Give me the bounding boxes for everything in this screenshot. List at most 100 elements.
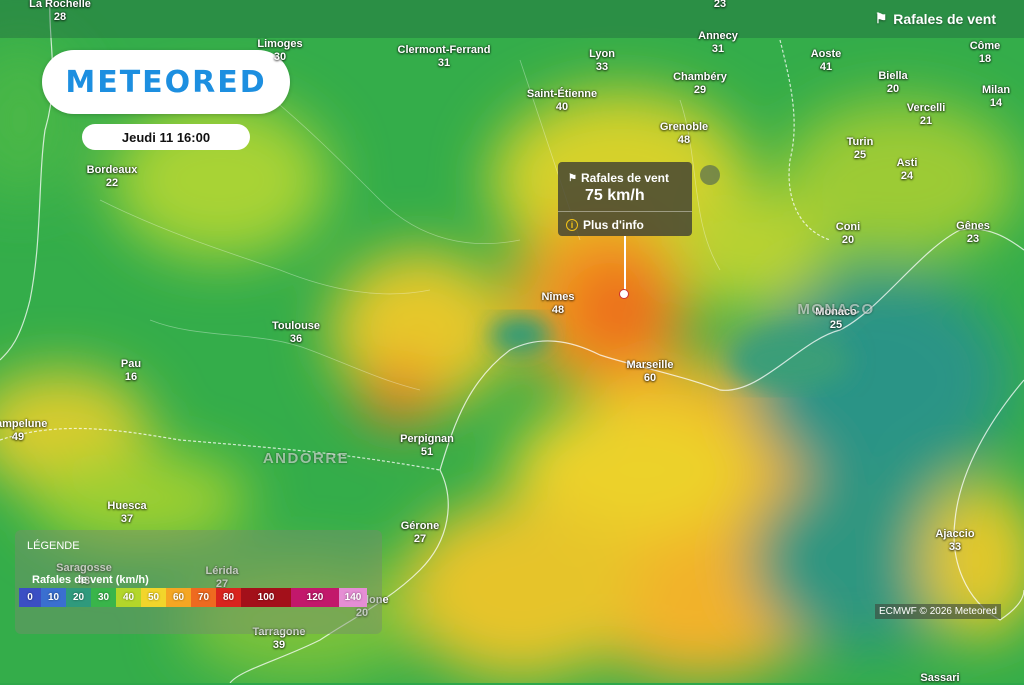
wind-tooltip[interactable]: ⚑ Rafales de vent 75 km/h i Plus d'info — [558, 162, 692, 236]
city-label[interactable]: Gênes 23 — [956, 220, 990, 246]
city-gust-value: 23 — [966, 233, 980, 245]
city-name: Aoste — [810, 48, 842, 60]
city-gust-value: 27 — [413, 533, 427, 545]
city-label[interactable]: Pau 16 — [121, 358, 141, 384]
city-name: Gérone — [400, 520, 440, 532]
tooltip-pin[interactable] — [619, 289, 629, 299]
city-name: Chambéry — [673, 71, 727, 83]
city-gust-value: 51 — [420, 446, 434, 458]
city-label[interactable]: Clermont-Ferrand 31 — [398, 44, 491, 70]
city-label[interactable]: Vercelli 21 — [907, 102, 946, 128]
logo-text: METEORED — [65, 64, 267, 100]
city-label[interactable]: Grenoble 48 — [660, 121, 708, 147]
city-name: Annecy — [698, 30, 738, 42]
city-gust-value: 16 — [124, 371, 138, 383]
legend-stop: 60 — [166, 588, 191, 607]
city-label[interactable]: Aoste 41 — [811, 48, 842, 74]
legend-stop: 20 — [66, 588, 91, 607]
city-gust-value: 21 — [919, 115, 933, 127]
city-name: Clermont-Ferrand — [397, 44, 491, 56]
legend-stop: 40 — [116, 588, 141, 607]
city-label[interactable]: Côme 18 — [970, 40, 1001, 66]
city-name: Côme — [969, 40, 1001, 52]
city-label[interactable]: La Rochelle 28 — [29, 0, 91, 24]
wind-flag-icon: ⚑ — [568, 172, 577, 184]
city-name: Ajaccio — [935, 528, 975, 540]
city-label[interactable]: Perpignan 51 — [400, 433, 454, 459]
city-gust-value: 28 — [53, 11, 67, 23]
city-name: Milan — [981, 84, 1011, 96]
date-time-selector[interactable]: Jeudi 11 16:00 — [82, 124, 250, 150]
city-name: Huesca — [107, 500, 147, 512]
city-gust-value: 22 — [105, 177, 119, 189]
city-gust-value: 14 — [989, 97, 1003, 109]
city-name: Biella — [878, 70, 908, 82]
city-label[interactable]: Annecy 31 — [698, 30, 738, 56]
layer-title[interactable]: ⚑ Rafales de vent — [875, 10, 996, 27]
city-gust-value: 23 — [713, 0, 727, 10]
city-label[interactable]: Lyon 33 — [589, 48, 615, 74]
legend-stop: 140 — [339, 588, 367, 607]
city-gust-value: 36 — [289, 333, 303, 345]
tooltip-title: Rafales de vent — [580, 171, 670, 185]
city-name: Turin — [846, 136, 874, 148]
city-gust-value: 48 — [551, 304, 565, 316]
city-label[interactable]: Milan 14 — [982, 84, 1010, 110]
city-label[interactable]: Biella 20 — [878, 70, 907, 96]
legend-stop: 30 — [91, 588, 116, 607]
city-gust-value: 39 — [272, 639, 286, 651]
top-bar — [0, 0, 1024, 38]
city-gust-value: 31 — [711, 43, 725, 55]
city-label[interactable]: Bordeaux 22 — [87, 164, 138, 190]
legend-stop: 70 — [191, 588, 216, 607]
city-name: Marseille — [626, 359, 674, 371]
layer-title-label: Rafales de vent — [893, 10, 996, 27]
city-gust-value: 25 — [853, 149, 867, 161]
legend-stop: 50 — [141, 588, 166, 607]
city-label[interactable]: Limoges 30 — [257, 38, 302, 64]
city-name: Saint-Étienne — [526, 88, 598, 100]
city-name: Lyon — [589, 48, 615, 60]
city-label[interactable]: 23 — [714, 0, 726, 11]
city-gust-value: 25 — [829, 319, 843, 331]
city-label[interactable]: Chambéry 29 — [673, 71, 727, 97]
city-gust-value: 48 — [677, 134, 691, 146]
tooltip-divider — [558, 211, 692, 212]
more-info-link[interactable]: i Plus d'info — [566, 218, 644, 232]
city-label[interactable]: Huesca 37 — [107, 500, 146, 526]
city-label[interactable]: Coni 20 — [836, 221, 860, 247]
city-gust-value: 60 — [643, 372, 657, 384]
wind-flag-icon: ⚑ — [874, 10, 888, 26]
city-name: Nîmes — [541, 291, 575, 303]
city-gust-value: 18 — [978, 53, 992, 65]
city-name: Coni — [835, 221, 861, 233]
city-label[interactable]: Turin 25 — [847, 136, 874, 162]
location-marker[interactable] — [700, 165, 720, 185]
legend-scale: 0 10 20 30 40 50 60 70 80 100 120 140 — [19, 588, 367, 607]
city-label[interactable]: Toulouse 36 — [272, 320, 320, 346]
credit-label: ECMWF © 2026 Meteored — [875, 604, 1001, 619]
city-name: Gênes — [956, 220, 990, 232]
city-label[interactable]: Gérone 27 — [401, 520, 440, 546]
city-label[interactable]: Saint-Étienne 40 — [527, 88, 597, 114]
legend-subtitle: Rafales de vent (km/h) — [32, 574, 149, 586]
legend-title: LÉGENDE — [27, 540, 80, 552]
tooltip-stem — [624, 236, 626, 294]
city-label[interactable]: Sassari — [920, 672, 959, 685]
legend-stop: 120 — [291, 588, 339, 607]
city-label[interactable]: Marseille 60 — [626, 359, 673, 385]
city-gust-value: 20 — [886, 83, 900, 95]
city-label[interactable]: Nîmes 48 — [541, 291, 574, 317]
city-label[interactable]: Ajaccio 33 — [935, 528, 974, 554]
info-icon: i — [566, 219, 578, 231]
legend-stop: 80 — [216, 588, 241, 607]
city-gust-value: 37 — [120, 513, 134, 525]
city-name: Bordeaux — [86, 164, 138, 176]
date-time-label: Jeudi 11 16:00 — [121, 129, 211, 145]
city-gust-value: 30 — [273, 51, 287, 63]
city-name: Vercelli — [906, 102, 946, 114]
country-label-monaco: MONACO — [797, 301, 875, 318]
city-label[interactable]: Pampelune49 — [0, 418, 47, 444]
city-label[interactable]: Asti 24 — [897, 157, 918, 183]
meteored-logo[interactable]: METEORED — [42, 50, 290, 114]
